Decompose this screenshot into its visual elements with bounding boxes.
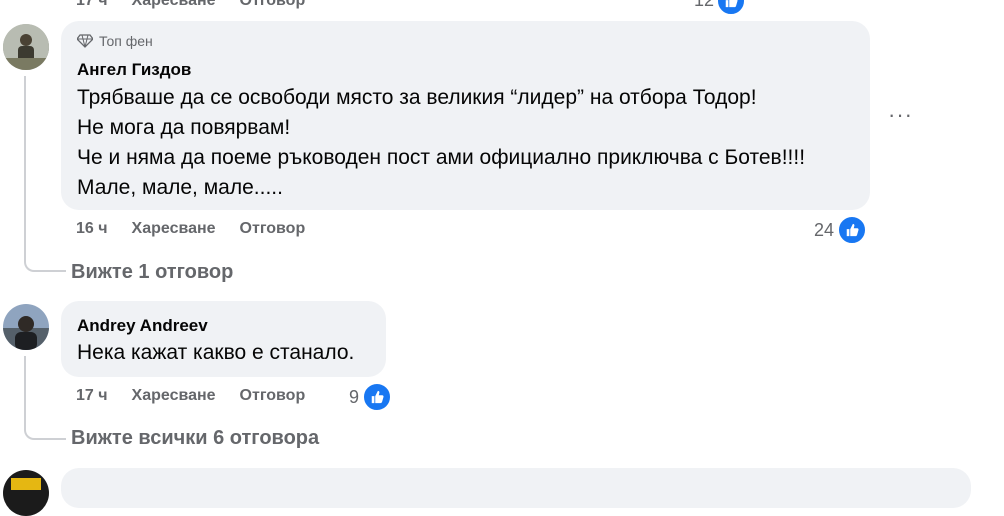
view-replies-link[interactable]: Вижте 1 отговор	[71, 261, 233, 284]
top-fan-badge[interactable]: Топ фен	[77, 33, 153, 49]
comment-meta: 16 ч Харесване Отговор	[76, 220, 329, 238]
top-comment-reply-button[interactable]: Отговор	[240, 0, 306, 10]
thread-line	[24, 76, 66, 272]
comment-line: Трябваше да се освободи място за великия…	[77, 86, 757, 109]
comment-meta: 17 ч Харесване Отговор	[76, 387, 329, 405]
comment-bubble	[61, 468, 971, 508]
top-comment-like-button[interactable]: Харесване	[132, 0, 216, 10]
comment-line: Мале, мале, мале.....	[77, 176, 283, 199]
thumbs-up-icon	[362, 382, 392, 412]
comment-author[interactable]: Andrey Andreev	[77, 316, 208, 336]
reaction-count[interactable]: 24	[814, 220, 834, 241]
more-options-icon[interactable]: ···	[888, 102, 913, 128]
comment-author[interactable]: Ангел Гиздов	[77, 60, 191, 80]
reaction-count[interactable]: 9	[349, 387, 359, 408]
comment-text: Нека кажат какво е станало.	[77, 341, 355, 364]
comment-line: Че и няма да поеме ръководен пост ами оф…	[77, 146, 806, 169]
comment-time[interactable]: 17 ч	[76, 387, 108, 405]
comment-line: Не мога да повярвам!	[77, 116, 291, 139]
diamond-icon	[77, 34, 93, 48]
thumbs-up-icon	[716, 0, 746, 16]
comment-bubble: Andrey Andreev Нека кажат какво е станал…	[61, 301, 386, 377]
comment-time[interactable]: 16 ч	[76, 220, 108, 238]
view-replies-link[interactable]: Вижте всички 6 отговора	[71, 427, 319, 450]
thumbs-up-icon	[837, 215, 867, 245]
avatar[interactable]	[3, 470, 49, 516]
like-button[interactable]: Харесване	[132, 387, 216, 405]
comment-text: Трябваше да се освободи място за великия…	[77, 83, 805, 203]
top-comment-meta: 17 ч Харесване Отговор	[76, 0, 329, 10]
avatar[interactable]	[3, 24, 49, 70]
comment-bubble: Топ фен Ангел Гиздов Трябваше да се осво…	[61, 21, 870, 210]
reply-button[interactable]: Отговор	[240, 220, 306, 238]
top-comment-time[interactable]: 17 ч	[76, 0, 108, 10]
avatar[interactable]	[3, 304, 49, 350]
like-button[interactable]: Харесване	[132, 220, 216, 238]
top-comment-reaction-count[interactable]: 12	[694, 0, 714, 11]
thread-line	[24, 356, 66, 440]
reply-button[interactable]: Отговор	[240, 387, 306, 405]
top-fan-label: Топ фен	[99, 33, 153, 49]
